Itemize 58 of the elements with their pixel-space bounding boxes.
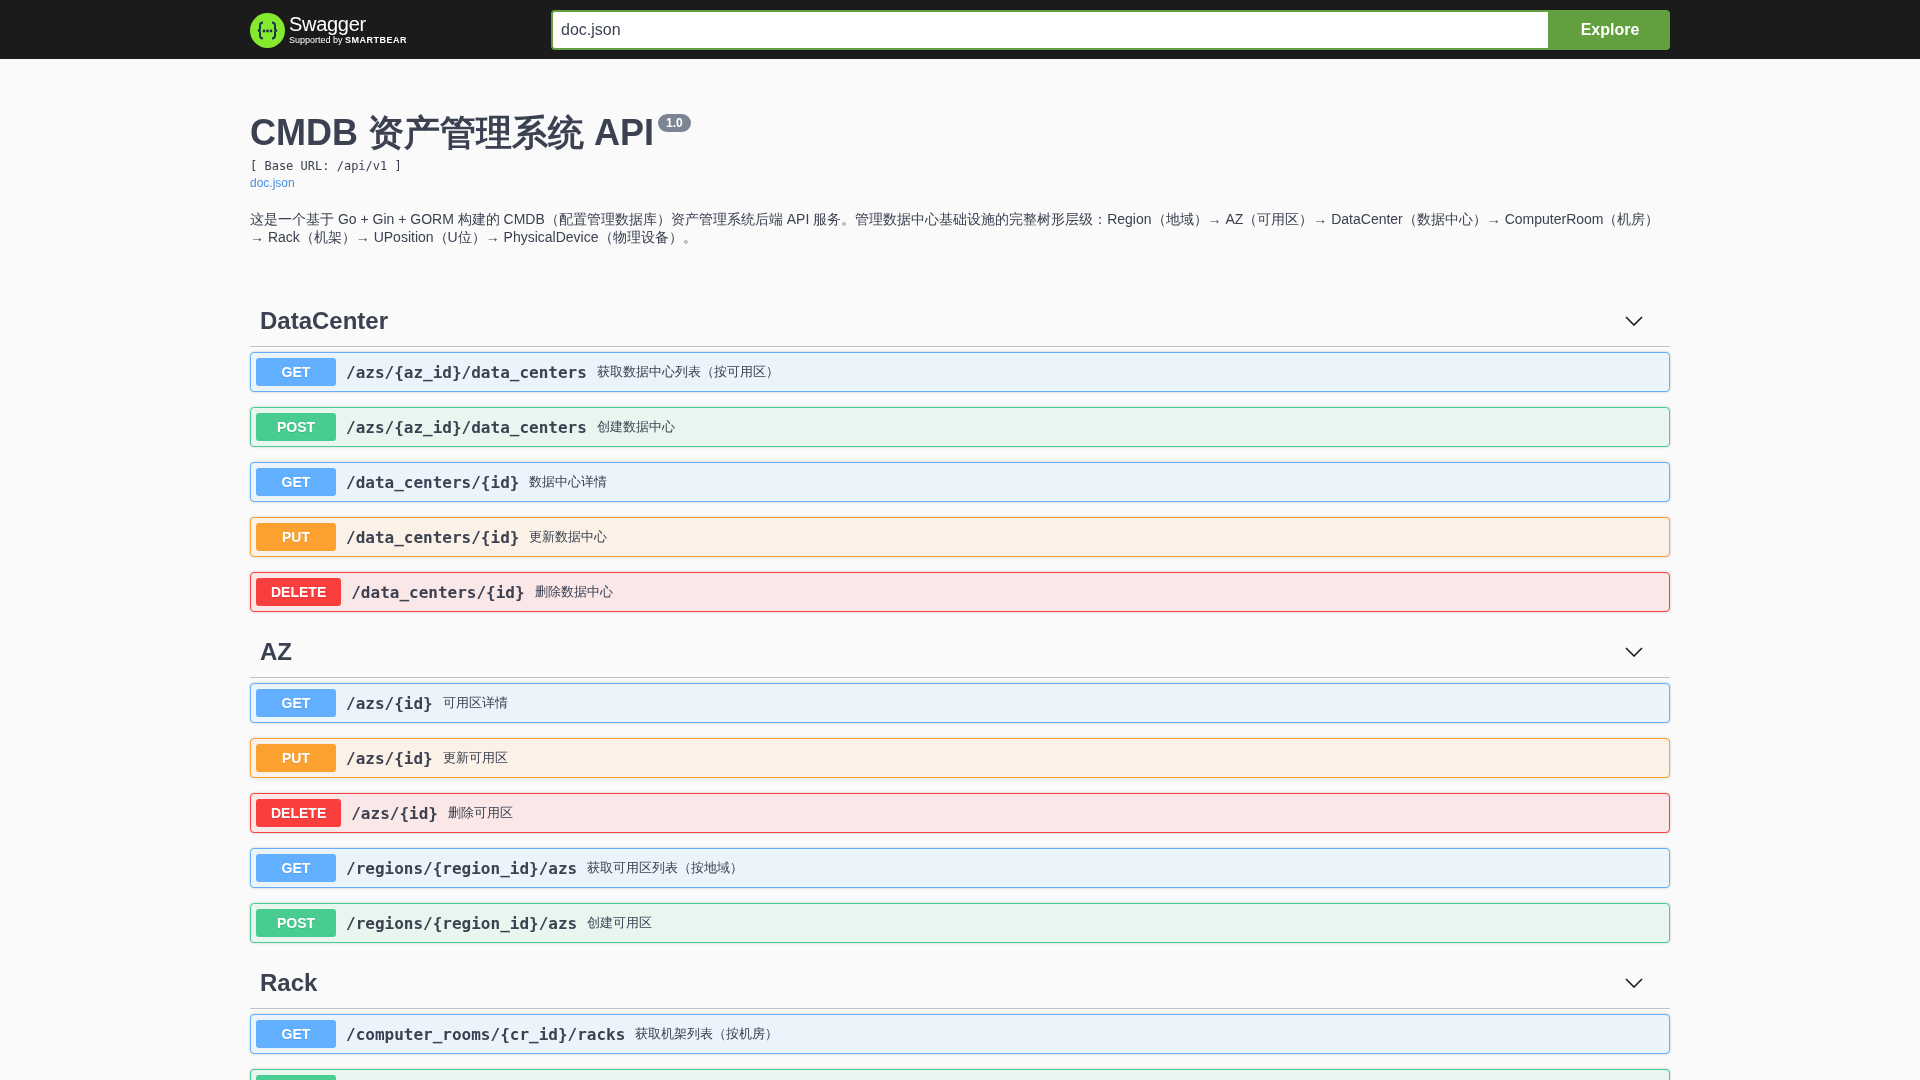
chevron-down-icon[interactable] [1625,316,1643,326]
endpoint-path: /azs/{id} [346,748,433,768]
http-method: GET [256,689,336,717]
endpoint-path: /azs/{id} [351,803,438,823]
endpoint-summary: 更新可用区 [442,749,508,767]
endpoint-summary: 获取数据中心列表（按可用区） [596,363,779,381]
operation-row[interactable]: POST /regions/{region_id}/azs 创建可用区 [250,903,1670,943]
braces-logo-icon [250,12,285,48]
operation-row[interactable]: GET /azs/{id} 可用区详情 [250,683,1670,723]
endpoint-summary: 数据中心详情 [529,473,608,491]
brand-name: Swagger [289,14,366,35]
api-description: 这是一个基于 Go + Gin + GORM 构建的 CMDB（配置管理数据库）资产管理系统后端 API 服务。管理数据中心基础设施的完整树形层级：Region（地域）→ AZ（可用区）→ DataCenter（数据中心）→ ComputerRoom（机房）→ Rack（机架）→ UPosition（U位）→ PhysicalDevice（物理设备）。 [250,210,1661,246]
endpoint-path: /azs/{id} [346,693,433,713]
http-method: GET [256,1020,336,1048]
endpoint-summary: 可用区详情 [442,694,508,712]
operation-row[interactable]: DELETE /data_centers/{id} 删除数据中心 [250,572,1670,612]
endpoint-path: /data_centers/{id} [346,472,520,492]
section-title[interactable]: Rack [260,968,318,998]
http-method: PUT [256,744,336,772]
operation-row[interactable]: PUT /azs/{id} 更新可用区 [250,738,1670,778]
endpoint-path: /regions/{region_id}/azs [346,913,578,933]
base-url: [ Base URL: /api/v1 ] [250,158,402,174]
endpoint-summary: 创建可用区 [587,914,653,932]
endpoint-path: /azs/{az_id}/data_centers [346,362,587,382]
endpoint-path: /azs/{az_id}/data_centers [346,417,587,437]
http-method: GET [256,854,336,882]
endpoint-path: /data_centers/{id} [346,527,520,547]
endpoint-summary: 获取机架列表（按机房） [635,1025,779,1043]
http-method: PUT [256,523,336,551]
section-title[interactable]: AZ [260,637,292,667]
operation-row[interactable]: GET /computer_rooms/{cr_id}/racks 获取机架列表（按机房） [250,1014,1670,1054]
endpoint-path: /computer_rooms/{cr_id}/racks [346,1024,626,1044]
operation-row[interactable]: GET /data_centers/{id} 数据中心详情 [250,462,1670,502]
api-title: CMDB 资产管理系统 API [250,111,654,155]
http-method: POST [256,909,336,937]
http-method: GET [256,358,336,386]
endpoint-summary: 更新数据中心 [529,528,608,546]
operation-row[interactable]: DELETE /azs/{id} 删除可用区 [250,793,1670,833]
url-field[interactable]: doc.json [551,10,1550,50]
operation-row[interactable]: GET /azs/{az_id}/data_centers 获取数据中心列表（按可用区） [250,352,1670,392]
brand-tagline: Supported by SMARTBEAR [289,35,408,46]
endpoint-summary: 删除数据中心 [534,583,613,601]
http-method: DELETE [256,799,342,827]
endpoint-summary: 删除可用区 [447,804,513,822]
api-version: 1.0 [658,114,691,132]
operation-row[interactable]: PUT /data_centers/{id} 更新数据中心 [250,517,1670,557]
endpoint-path: /regions/{region_id}/azs [346,858,578,878]
endpoint-path: /data_centers/{id} [351,582,525,602]
chevron-down-icon[interactable] [1625,978,1643,988]
http-method: GET [256,468,336,496]
operation-row[interactable]: POST /azs/{az_id}/data_centers 创建数据中心 [250,407,1670,447]
http-method: POST [256,413,336,441]
section-title[interactable]: DataCenter [260,306,389,336]
endpoint-summary: 获取可用区列表（按地域） [587,859,744,877]
chevron-down-icon[interactable] [1625,647,1643,657]
endpoint-summary: 创建数据中心 [596,418,675,436]
operation-row[interactable]: GET /regions/{region_id}/azs 获取可用区列表（按地域） [250,848,1670,888]
http-method: DELETE [256,578,342,606]
